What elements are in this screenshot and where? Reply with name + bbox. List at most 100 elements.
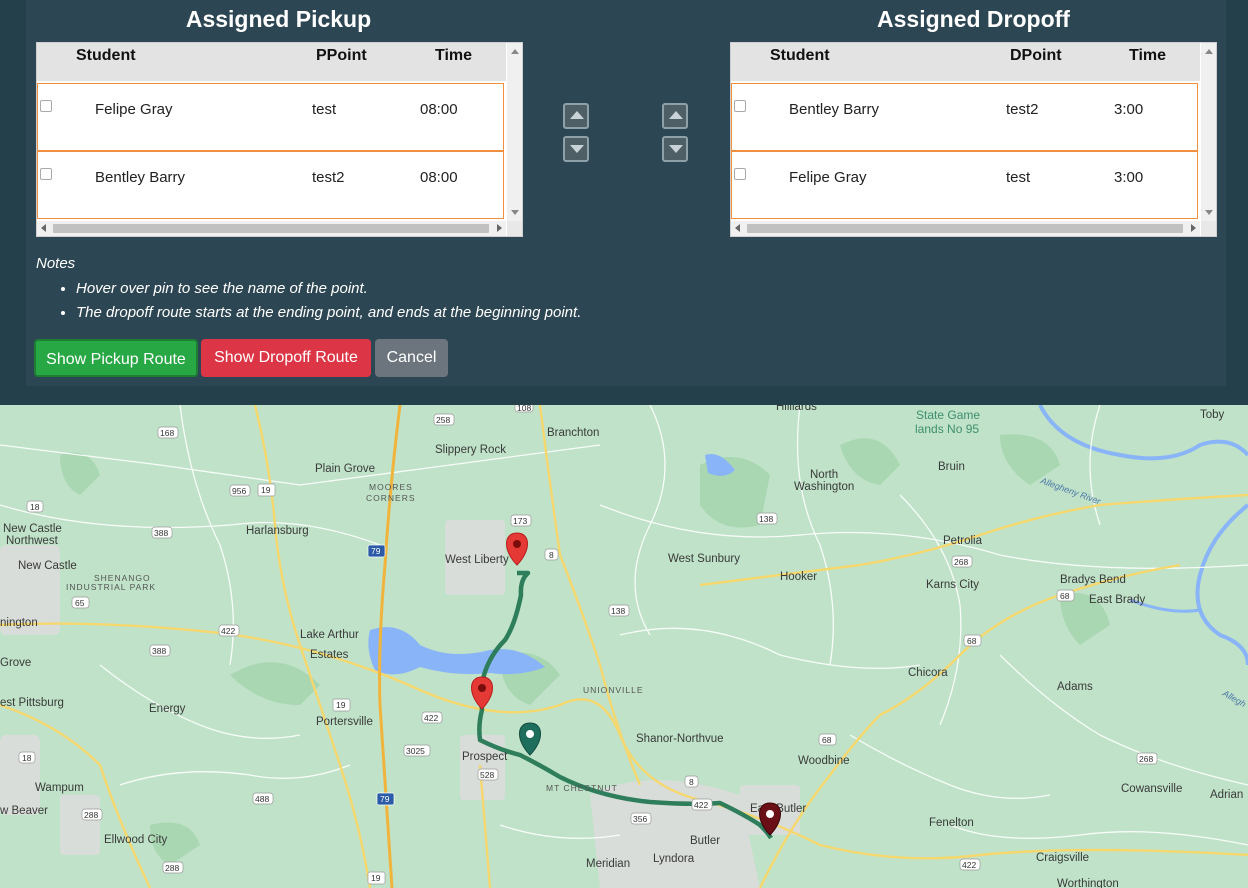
scroll-up-icon[interactable] xyxy=(1205,49,1213,54)
place-prospect: Prospect xyxy=(462,751,508,763)
row-checkbox[interactable] xyxy=(734,168,746,180)
scroll-corner xyxy=(507,221,522,236)
scroll-right-icon[interactable] xyxy=(497,224,502,232)
horizontal-scrollbar[interactable] xyxy=(731,221,1200,236)
route-shield: 956 xyxy=(229,484,251,497)
cancel-button[interactable]: Cancel xyxy=(375,339,448,377)
pickup-time: 08:00 xyxy=(420,169,458,186)
svg-text:68: 68 xyxy=(967,636,977,646)
scroll-left-icon[interactable] xyxy=(735,224,740,232)
route-shield: 258 xyxy=(433,413,455,426)
svg-text:422: 422 xyxy=(221,626,235,636)
dropoff-row[interactable]: Bentley Barry test2 3:00 xyxy=(731,83,1198,151)
place-bruin: Bruin xyxy=(938,461,965,473)
show-dropoff-route-button[interactable]: Show Dropoff Route xyxy=(201,339,371,377)
place-branchton: Branchton xyxy=(547,427,599,439)
map-pin-red-icon[interactable] xyxy=(471,676,493,710)
place-state-game: State Game xyxy=(916,408,980,422)
student-name: Felipe Gray xyxy=(789,169,867,186)
place-northwest: Northwest xyxy=(6,535,59,547)
dropoff-time: 3:00 xyxy=(1114,101,1144,118)
place-woodbine: Woodbine xyxy=(798,755,850,767)
student-name: Bentley Barry xyxy=(789,101,880,118)
route-shield: 528 xyxy=(477,768,499,781)
route-shield: 173 xyxy=(510,514,532,527)
place-nington: nington xyxy=(0,617,38,629)
note-item: The dropoff route starts at the ending p… xyxy=(76,301,581,325)
route-shield: 268 xyxy=(1136,752,1158,765)
notes-list: Hover over pin to see the name of the po… xyxy=(56,277,581,325)
scroll-down-icon[interactable] xyxy=(1205,210,1213,215)
dropoff-move-up-button[interactable] xyxy=(662,103,688,129)
dropoff-point: test2 xyxy=(1006,101,1039,118)
route-shield: 108 xyxy=(514,405,534,413)
dropoff-move-down-button[interactable] xyxy=(662,136,688,162)
place-lands-no-95: lands No 95 xyxy=(915,422,979,436)
scroll-down-icon[interactable] xyxy=(511,210,519,215)
route-shield: 68 xyxy=(963,634,982,647)
pickup-time: 08:00 xyxy=(420,101,458,118)
scroll-up-icon[interactable] xyxy=(511,49,519,54)
svg-text:138: 138 xyxy=(611,606,625,616)
scrollbar-thumb[interactable] xyxy=(53,224,489,233)
dropoff-grid-header: Student DPoint Time xyxy=(731,43,1200,81)
route-shield: 356 xyxy=(630,812,652,825)
route-shields: 108 168 258 956 19 18 388 173 8 138 268 … xyxy=(18,405,1158,885)
place-shanor-northvue: Shanor-Northvue xyxy=(636,733,724,745)
show-pickup-route-button[interactable]: Show Pickup Route xyxy=(34,339,198,377)
svg-text:258: 258 xyxy=(436,415,450,425)
place-new-castle: New Castle xyxy=(18,560,77,572)
map-pin-red-icon[interactable] xyxy=(506,532,528,566)
place-corners: CORNERS xyxy=(366,493,416,503)
pickup-row[interactable]: Felipe Gray test 08:00 xyxy=(37,83,504,151)
place-harlansburg: Harlansburg xyxy=(246,525,309,537)
svg-text:18: 18 xyxy=(22,753,32,763)
pickup-move-down-button[interactable] xyxy=(563,136,589,162)
place-fenelton: Fenelton xyxy=(929,817,974,829)
place-grove: Grove xyxy=(0,657,31,669)
row-checkbox[interactable] xyxy=(734,100,746,112)
route-shield: 138 xyxy=(756,512,778,525)
dropoff-col-student[interactable]: Student xyxy=(770,47,830,65)
place-petrolia: Petrolia xyxy=(943,535,983,547)
svg-text:68: 68 xyxy=(1060,591,1070,601)
place-karns-city: Karns City xyxy=(926,579,979,591)
route-shield: 68 xyxy=(818,733,837,746)
row-checkbox[interactable] xyxy=(40,168,52,180)
pickup-col-time[interactable]: Time xyxy=(435,47,472,65)
svg-text:288: 288 xyxy=(84,810,98,820)
dropoff-row[interactable]: Felipe Gray test 3:00 xyxy=(731,151,1198,219)
vertical-scrollbar[interactable] xyxy=(1201,43,1216,221)
pickup-move-up-button[interactable] xyxy=(563,103,589,129)
dropoff-col-time[interactable]: Time xyxy=(1129,47,1166,65)
svg-text:19: 19 xyxy=(261,485,271,495)
scroll-right-icon[interactable] xyxy=(1191,224,1196,232)
pickup-row[interactable]: Bentley Barry test2 08:00 xyxy=(37,151,504,219)
route-shield: 18 xyxy=(26,500,44,513)
place-w-beaver: w Beaver xyxy=(0,805,48,817)
place-east-brady: East Brady xyxy=(1089,594,1145,606)
map-pin-teal-icon[interactable] xyxy=(519,722,541,756)
svg-text:268: 268 xyxy=(1139,754,1153,764)
dropoff-grid: Student DPoint Time Bentley Barry test2 … xyxy=(730,42,1217,237)
place-slippery-rock: Slippery Rock xyxy=(435,444,506,456)
scroll-left-icon[interactable] xyxy=(41,224,46,232)
row-checkbox[interactable] xyxy=(40,100,52,112)
dropoff-title: Assigned Dropoff xyxy=(877,6,1070,32)
svg-text:79: 79 xyxy=(380,794,390,804)
route-map[interactable]: Hilliards Toby State Game lands No 95 Br… xyxy=(0,405,1248,888)
svg-text:19: 19 xyxy=(371,873,381,883)
route-shield: 388 xyxy=(151,526,173,539)
vertical-scrollbar[interactable] xyxy=(507,43,522,221)
scrollbar-thumb[interactable] xyxy=(747,224,1183,233)
notes-title: Notes xyxy=(36,255,76,272)
place-lake-arthur: Lake Arthur xyxy=(300,629,359,641)
student-name: Bentley Barry xyxy=(95,169,186,186)
pickup-col-student[interactable]: Student xyxy=(76,47,136,65)
river-branch xyxy=(1195,503,1248,666)
lake-arthur xyxy=(368,627,545,675)
svg-text:168: 168 xyxy=(160,428,174,438)
pickup-col-ppoint[interactable]: PPoint xyxy=(316,47,367,65)
horizontal-scrollbar[interactable] xyxy=(37,221,506,236)
dropoff-col-dpoint[interactable]: DPoint xyxy=(1010,47,1062,65)
